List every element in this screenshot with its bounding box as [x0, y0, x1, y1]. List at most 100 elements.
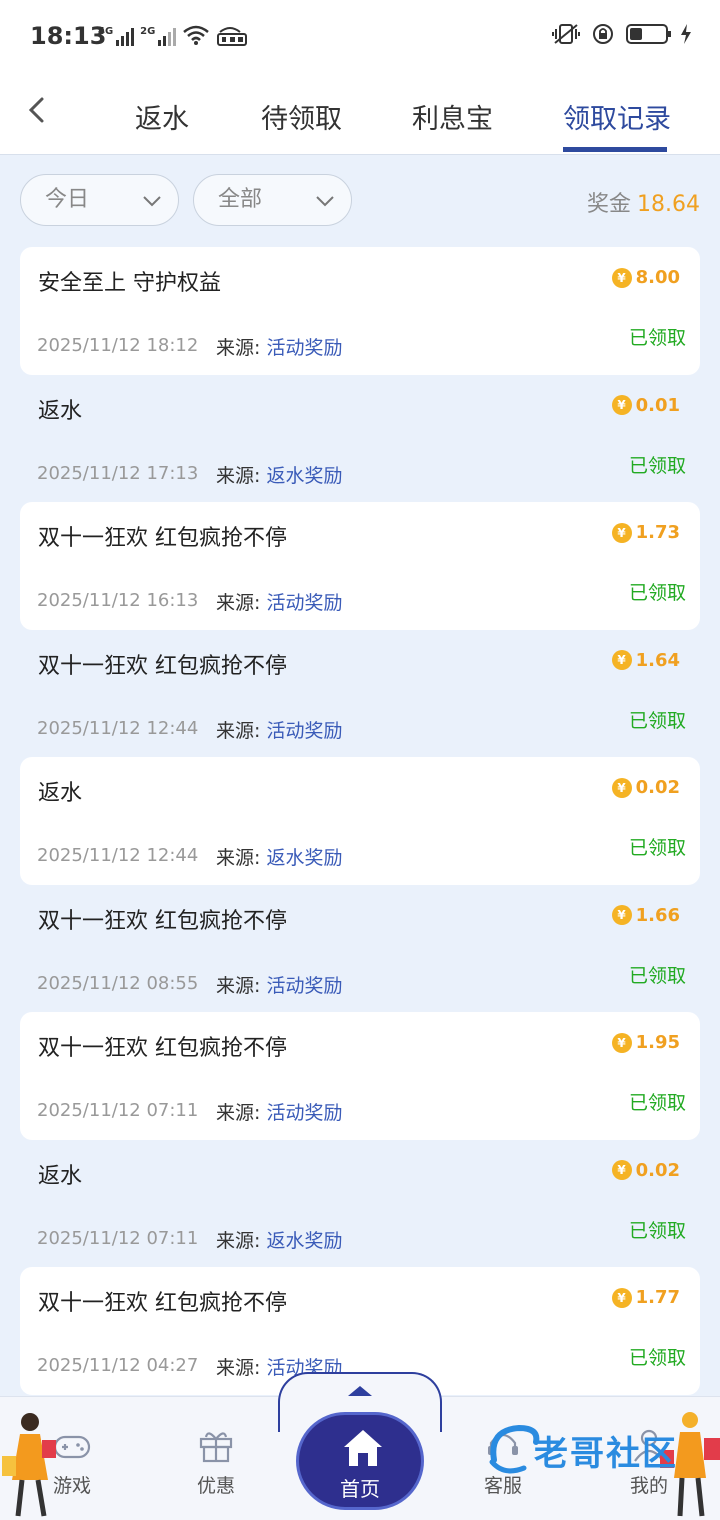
shopper-illustration-left: [2, 1413, 56, 1517]
record-row: 双十一狂欢 红包疯抢不停 ¥1.64 2025/11/12 12:44 来源: 活动奖…: [20, 630, 700, 758]
category-filter-dropdown[interactable]: 全部: [193, 174, 352, 226]
active-tab-indicator: [563, 147, 667, 152]
battery-icon: [626, 24, 671, 44]
vibrate-icon: [552, 24, 580, 44]
coin-icon: ¥: [611, 522, 632, 543]
records-list: 安全至上 守护权益 ¥8.00 2025/11/12 18:12 来源: 活动奖励 已领…: [20, 247, 700, 1395]
record-source: 来源: 活动奖励: [216, 716, 342, 743]
status-right-icons: [552, 22, 692, 46]
bonus-value: 18.64: [637, 192, 700, 217]
record-status: 已领取: [628, 837, 686, 859]
record-title: 双十一狂欢 红包疯抢不停: [38, 1291, 287, 1316]
record-status: 已领取: [628, 1347, 686, 1369]
record-source-label: 来源:: [216, 337, 261, 359]
record-status: 已领取: [628, 327, 686, 349]
tab-rebate[interactable]: 返水: [135, 97, 189, 136]
record-row: 双十一狂欢 红包疯抢不停 ¥1.73 2025/11/12 16:13 来源: 活动奖…: [20, 502, 700, 630]
record-time: 2025/11/12 17:13: [37, 462, 199, 484]
record-amount: ¥1.66: [611, 905, 680, 926]
record-source-label: 来源:: [216, 974, 261, 997]
record-time: 2025/11/12 12:44: [37, 717, 199, 739]
record-amount: ¥1.64: [611, 649, 680, 671]
record-source-label: 来源:: [216, 719, 261, 742]
record-amount: ¥8.00: [611, 267, 680, 288]
tab-interest-treasure[interactable]: 利息宝: [412, 97, 493, 136]
coin-icon: ¥: [611, 395, 632, 415]
record-amount: ¥1.95: [611, 1032, 680, 1053]
record-source-value: 活动奖励: [266, 1102, 343, 1124]
coin-icon: ¥: [611, 650, 632, 670]
signal-2g-icon: 2G: [140, 26, 177, 46]
record-status: 已领取: [628, 964, 686, 987]
coin-icon: ¥: [611, 905, 632, 925]
record-source: 来源: 返水奖励: [216, 461, 342, 488]
period-filter-dropdown[interactable]: 今日: [20, 174, 179, 226]
record-row: 双十一狂欢 红包疯抢不停 ¥1.66 2025/11/12 08:55 来源: 活动奖…: [20, 885, 700, 1013]
record-status: 已领取: [628, 454, 686, 477]
back-arrow-icon[interactable]: [22, 95, 52, 125]
wifi-icon: [183, 25, 210, 45]
tab-claim-records[interactable]: 领取记录: [563, 97, 671, 136]
tab-pending-claim[interactable]: 待领取: [261, 97, 342, 136]
record-source-value: 活动奖励: [266, 592, 343, 614]
record-source-label: 来源:: [216, 592, 261, 614]
record-amount-value: 0.02: [635, 1159, 680, 1181]
record-amount-value: 8.00: [635, 267, 680, 288]
nav-offers-label: 优惠: [196, 1475, 235, 1497]
top-nav: 返水 待领取 利息宝 领取记录: [0, 75, 720, 155]
record-title: 安全至上 守护权益: [38, 271, 221, 296]
record-row: 返水 ¥0.02 2025/11/12 12:44 来源: 返水奖励 已领取: [20, 757, 700, 885]
record-title: 双十一狂欢 红包疯抢不停: [38, 908, 287, 934]
lock-rotation-icon: [593, 24, 613, 44]
record-amount-value: 1.64: [635, 649, 680, 671]
record-row: 双十一狂欢 红包疯抢不停 ¥1.95 2025/11/12 07:11 来源: 活动奖…: [20, 1012, 700, 1140]
record-amount-value: 0.01: [635, 394, 680, 416]
record-status: 已领取: [628, 1092, 686, 1114]
record-title: 双十一狂欢 红包疯抢不停: [38, 1036, 287, 1061]
record-amount: ¥1.77: [611, 1287, 680, 1308]
category-filter-value: 全部: [218, 187, 263, 212]
record-amount: ¥1.73: [611, 522, 680, 543]
coin-icon: ¥: [611, 1160, 632, 1180]
record-title: 双十一狂欢 红包疯抢不停: [38, 653, 287, 679]
record-amount: ¥0.01: [611, 394, 680, 416]
chevron-up-icon: [348, 1386, 372, 1396]
period-filter-value: 今日: [45, 187, 90, 212]
coin-icon: ¥: [611, 1287, 632, 1308]
record-source: 来源: 活动奖励: [216, 588, 342, 615]
record-source-value: 返水奖励: [266, 1229, 343, 1252]
record-source: 来源: 返水奖励: [216, 843, 342, 870]
record-source-value: 活动奖励: [266, 974, 343, 997]
record-title: 返水: [38, 781, 83, 806]
record-status: 已领取: [628, 582, 686, 604]
record-title: 返水: [38, 1163, 83, 1189]
record-source: 来源: 活动奖励: [216, 333, 342, 360]
record-time: 2025/11/12 08:55: [37, 972, 199, 994]
gift-icon: [199, 1432, 233, 1463]
record-amount-value: 1.95: [635, 1032, 680, 1053]
record-amount-value: 0.02: [635, 777, 680, 798]
status-left-icons: 4G 2G: [98, 24, 248, 46]
nav-offers[interactable]: 优惠: [181, 1427, 251, 1498]
record-source-label: 来源:: [216, 464, 261, 487]
record-row: 返水 ¥0.01 2025/11/12 17:13 来源: 返水奖励 已领取: [20, 375, 700, 503]
record-source-label: 来源:: [216, 1229, 261, 1252]
coin-icon: ¥: [611, 267, 632, 288]
status-bar: 18:13 4G 2G: [0, 0, 720, 75]
nav-home-label: 首页: [340, 1477, 380, 1501]
chevron-down-icon: [143, 196, 161, 207]
watermark-text: 老哥社区: [534, 1434, 678, 1474]
record-time: 2025/11/12 07:11: [37, 1227, 199, 1249]
record-source-value: 返水奖励: [266, 464, 343, 487]
record-source: 来源: 活动奖励: [216, 971, 342, 998]
status-time: 18:13: [30, 22, 107, 50]
record-title: 返水: [38, 398, 83, 424]
record-amount: ¥0.02: [611, 1159, 680, 1181]
record-time: 2025/11/12 07:11: [37, 1100, 199, 1121]
nav-home-button[interactable]: 首页: [296, 1412, 424, 1510]
hd-icon: [217, 27, 248, 46]
signal-4g-icon: 4G: [98, 26, 135, 46]
charging-icon: [681, 24, 691, 44]
record-row: 安全至上 守护权益 ¥8.00 2025/11/12 18:12 来源: 活动奖励 已领…: [20, 247, 700, 375]
record-time: 2025/11/12 04:27: [37, 1355, 199, 1376]
